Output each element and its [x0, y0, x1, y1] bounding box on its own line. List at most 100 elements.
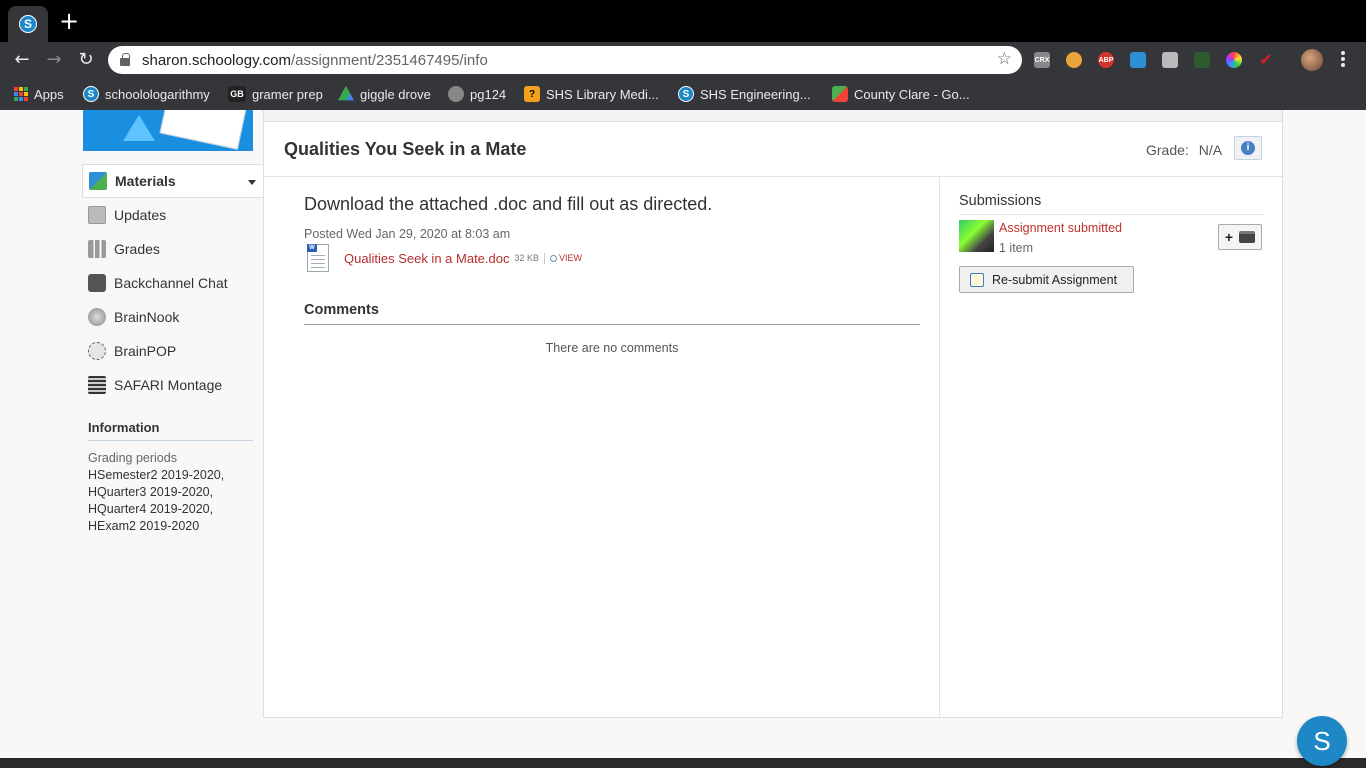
library-icon: ? [524, 86, 540, 102]
brainpop-icon [88, 342, 106, 360]
grading-period-line: HQuarter3 2019-2020, [88, 485, 214, 499]
nav-item-grades[interactable]: Grades [82, 232, 264, 266]
owl-icon[interactable] [1066, 52, 1082, 68]
bookmark-label: pg124 [470, 86, 507, 102]
browser-toolbar: ← → ↻ sharon.schoology.com/assignment/23… [0, 42, 1366, 78]
nav-label: Grades [114, 241, 160, 257]
brainnook-icon [88, 308, 106, 326]
red-check-icon[interactable]: ✔ [1258, 52, 1274, 69]
page-content: Materials Updates Grades Backchannel Cha… [0, 110, 1366, 758]
grading-periods: Grading periods HSemester2 2019-2020, HQ… [88, 450, 258, 535]
tab-bar: S + [0, 0, 1366, 42]
view-label: VIEW [559, 253, 583, 263]
separator [544, 252, 546, 264]
nav-label: Backchannel Chat [114, 275, 228, 291]
word-doc-icon: W [304, 243, 332, 273]
bottom-bar [0, 758, 1366, 768]
bookmark-label: giggle drove [360, 86, 431, 102]
resubmit-label: Re-submit Assignment [992, 272, 1118, 287]
briefcase-icon[interactable] [1162, 52, 1178, 68]
menu-dots-icon[interactable] [1340, 50, 1346, 70]
grading-period-line: HExam2 2019-2020 [88, 519, 200, 533]
bookmarks-bar: Apps S schoolologarithmy GB gramer prep … [0, 78, 1366, 110]
bookmark-shs-library[interactable]: ? SHS Library Medi... [524, 85, 659, 103]
attachment-link[interactable]: Qualities Seek in a Mate.doc [344, 251, 509, 266]
bookmark-label: County Clare - Go... [854, 86, 970, 102]
attachment-row: W Qualities Seek in a Mate.doc 32 KB VIE… [304, 243, 582, 273]
adblock-icon[interactable]: ABP [1098, 52, 1114, 68]
bookmark-label: SHS Library Medi... [546, 86, 659, 102]
chat-icon [88, 274, 106, 292]
reload-icon[interactable]: ↻ [74, 48, 98, 72]
submission-thumbnail[interactable] [959, 220, 994, 252]
view-link[interactable]: VIEW [550, 253, 582, 263]
nav-label: Materials [115, 173, 176, 189]
nav-item-brainpop[interactable]: BrainPOP [82, 334, 264, 368]
bookmark-label: Apps [34, 86, 64, 102]
column-divider [939, 177, 940, 717]
grades-icon [88, 240, 106, 258]
crx-icon[interactable]: CRX [1034, 52, 1050, 68]
bookmark-giggle-drove[interactable]: giggle drove [338, 85, 431, 103]
bookmark-pg124[interactable]: pg124 [448, 85, 506, 103]
grade-info-button[interactable]: i [1234, 136, 1262, 160]
no-comments-text: There are no comments [545, 341, 679, 355]
drive-icon [338, 86, 354, 101]
nav-item-materials[interactable]: Materials [82, 164, 264, 198]
bookmark-apps[interactable]: Apps [14, 85, 64, 103]
grade-value: N/A [1198, 142, 1223, 158]
bookmark-shs-engineering[interactable]: S SHS Engineering... [678, 85, 811, 103]
resubmit-icon [970, 272, 984, 287]
nav-item-updates[interactable]: Updates [82, 198, 264, 232]
lock-icon [120, 53, 130, 66]
assignment-header: Qualities You Seek in a Mate Grade: N/A … [264, 122, 1282, 177]
submissions-heading: Submissions [959, 193, 1263, 215]
schoology-icon: S [83, 86, 99, 102]
leaf-icon[interactable] [1194, 52, 1210, 68]
assignment-description: Download the attached .doc and fill out … [304, 194, 713, 214]
grading-periods-label: Grading periods [88, 451, 177, 465]
attachment-size: 32 KB [514, 253, 540, 263]
back-arrow-icon[interactable]: ← [10, 48, 34, 72]
bookmark-gramer-prep[interactable]: GB gramer prep [228, 85, 323, 103]
nav-item-brainnook[interactable]: BrainNook [82, 300, 264, 334]
page-title: Qualities You Seek in a Mate [284, 139, 527, 159]
plus-icon: + [1224, 229, 1234, 245]
bookmark-star-icon[interactable]: ☆ [997, 49, 1012, 69]
url-host: sharon.schoology.com [142, 52, 291, 69]
schoology-favicon-icon: S [19, 15, 37, 33]
bookmark-label: gramer prep [252, 86, 323, 102]
bookmark-schoolologarithmy[interactable]: S schoolologarithmy [83, 85, 210, 103]
schoology-help-button[interactable]: S [1297, 716, 1347, 766]
maps-icon [832, 86, 848, 102]
bookmark-label: SHS Engineering... [700, 86, 811, 102]
nav-label: Updates [114, 207, 167, 223]
bookmark-label: schoolologarithmy [105, 86, 210, 102]
globe-icon [448, 86, 464, 102]
new-tab-button[interactable]: + [58, 9, 80, 33]
course-image [83, 110, 253, 151]
profile-avatar[interactable] [1301, 49, 1323, 71]
color-wheel-icon[interactable] [1226, 52, 1242, 68]
bookmark-county-clare[interactable]: County Clare - Go... [832, 85, 970, 103]
expand-submissions-button[interactable]: + [1218, 224, 1262, 250]
nav-item-safari[interactable]: SAFARI Montage [82, 368, 264, 402]
tray-icon [1239, 231, 1256, 243]
magnifier-icon [550, 254, 558, 262]
active-tab[interactable]: S [8, 6, 48, 42]
url-path: /assignment/2351467495/info [290, 52, 488, 69]
nav-label: BrainPOP [114, 343, 177, 359]
schoology-icon: S [678, 86, 694, 102]
gb-icon: GB [228, 86, 246, 102]
posted-date: Posted Wed Jan 29, 2020 at 8:03 am [304, 227, 511, 241]
address-bar[interactable]: sharon.schoology.com/assignment/23514674… [108, 46, 1022, 74]
materials-icon [89, 172, 107, 190]
resubmit-button[interactable]: Re-submit Assignment [959, 266, 1134, 293]
forward-arrow-icon[interactable]: → [42, 48, 66, 72]
info-icon: i [1241, 141, 1255, 155]
nav-item-backchannel[interactable]: Backchannel Chat [82, 266, 264, 300]
check-icon[interactable] [1130, 52, 1146, 68]
submission-status[interactable]: Assignment submitted [999, 221, 1122, 235]
left-nav: Materials Updates Grades Backchannel Cha… [82, 164, 264, 402]
caret-down-icon[interactable] [248, 180, 256, 185]
